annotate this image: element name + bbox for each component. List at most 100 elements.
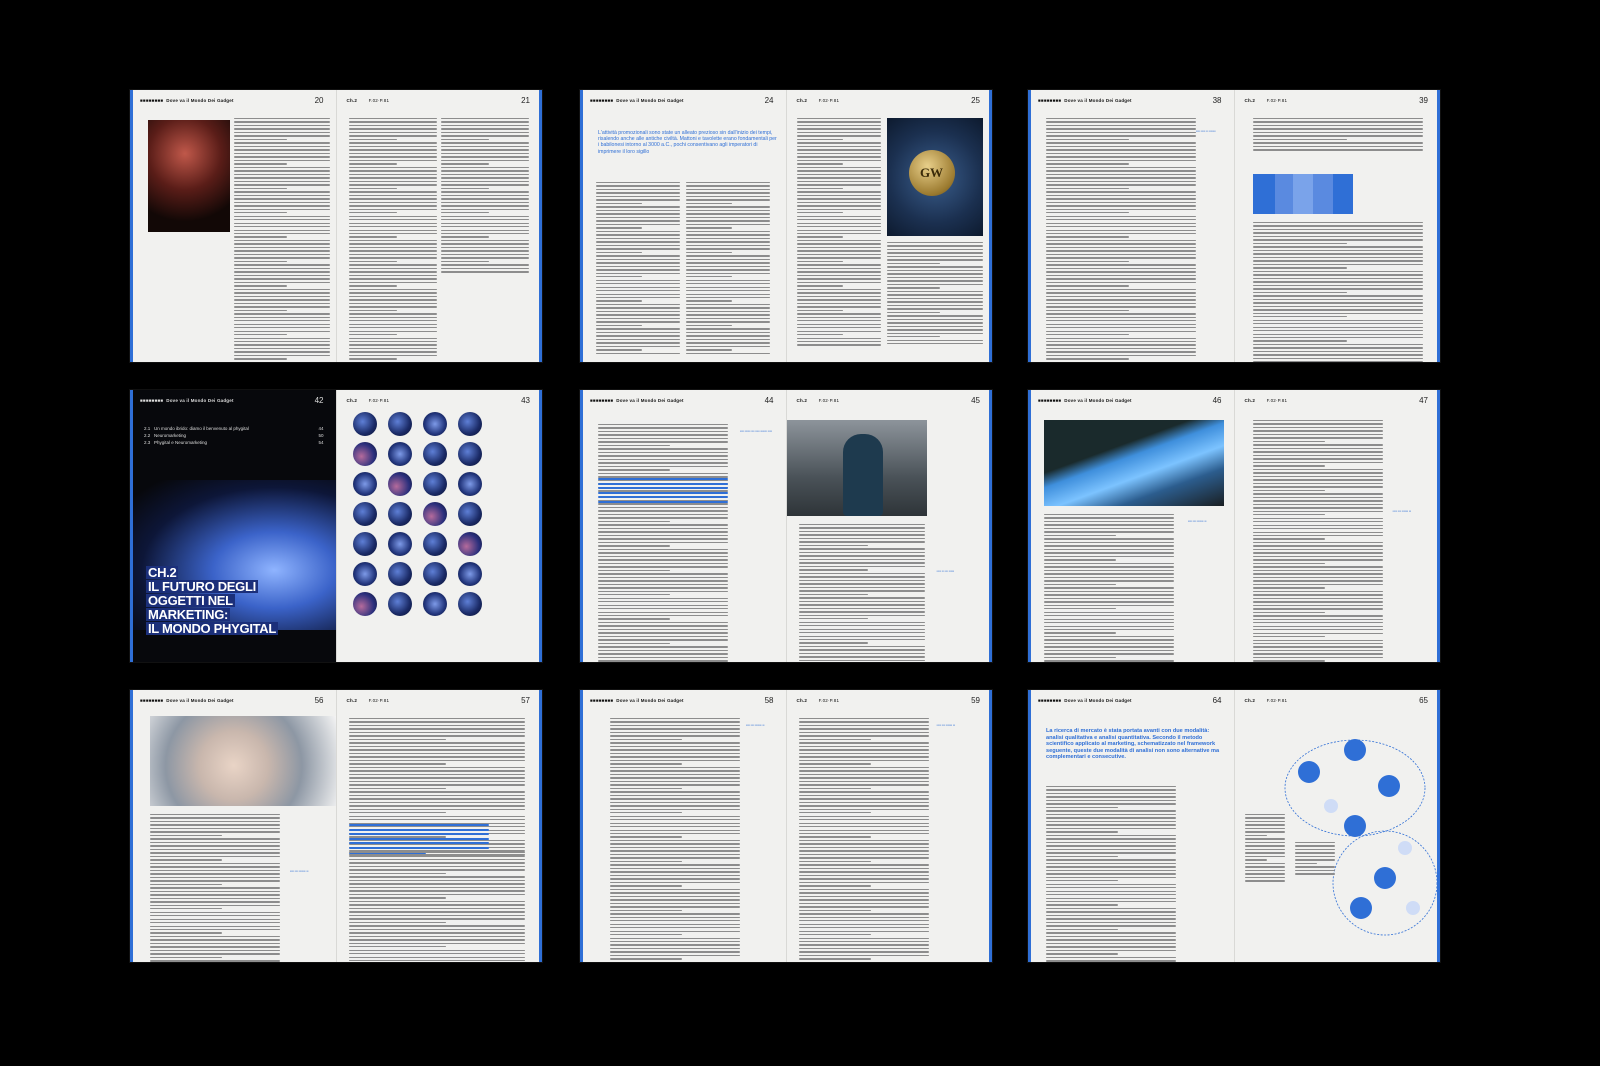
left-page: ■■■■■■■■ Dove va il Mondo Dei Gadget 38 ▪…	[1028, 90, 1235, 362]
circle-image	[387, 412, 412, 436]
circle-image	[387, 442, 412, 466]
right-page: Ch.2 F.02·P.81 39	[1234, 90, 1440, 362]
circle-image	[352, 592, 377, 616]
page-number: 42	[314, 396, 324, 405]
circle-image	[422, 502, 447, 526]
page-number: 57	[521, 696, 530, 705]
cover-edge	[580, 390, 583, 662]
side-note: ▪▪▪▪ ▪▪▪ ▪▪▪▪▪▪ ▪▪	[936, 723, 955, 727]
running-head: ■■■■■■■■ Dove va il Mondo Dei Gadget	[140, 398, 234, 403]
text-block	[440, 118, 529, 275]
toc-item[interactable]: 2.2 Neuromarketing 50	[144, 433, 324, 438]
text-block	[1252, 118, 1423, 153]
table-of-contents: 2.1 Un mondo ibrido: diamo il benvenuto …	[144, 426, 324, 447]
text-block	[610, 718, 740, 962]
circle-image	[457, 562, 482, 586]
text-block	[798, 524, 925, 662]
pull-quote: L'attività promozionali sono state un al…	[598, 130, 777, 155]
right-page: Ch.2 F.02·P.81 59 ▪▪▪▪ ▪▪▪ ▪▪▪▪▪▪ ▪▪	[786, 690, 992, 962]
cover-edge	[130, 90, 133, 362]
page-number: 47	[1419, 396, 1428, 405]
running-head: Ch.2 F.02·P.81	[346, 398, 390, 403]
portrait-photo	[148, 120, 230, 232]
page-number: 43	[521, 396, 530, 405]
toc-item[interactable]: 2.1 Un mondo ibrido: diamo il benvenuto …	[144, 426, 324, 431]
cover-edge	[1437, 90, 1440, 362]
running-head: Ch.2 F.02·P.81	[796, 398, 840, 403]
cover-edge	[580, 90, 583, 362]
cover-edge	[989, 90, 992, 362]
circle-image	[387, 472, 412, 496]
page-number: 46	[1212, 396, 1222, 405]
text-block	[798, 718, 929, 962]
page-number: 59	[971, 696, 980, 705]
cover-edge	[130, 690, 133, 962]
page-number: 64	[1212, 696, 1222, 705]
circle-image	[387, 502, 412, 526]
circle-image	[352, 442, 377, 466]
canvas: { "book_title": "Dove va il Mondo Dei Ga…	[0, 0, 1600, 1066]
text-block	[886, 242, 983, 347]
running-head: ■■■■■■■■ Dove va il Mondo Dei Gadget	[1038, 398, 1132, 403]
book-spread: ■■■■■■■■ Dove va il Mondo Dei Gadget 64 L…	[1028, 690, 1440, 962]
text-block	[1244, 814, 1285, 884]
gold-seal: GW	[908, 150, 955, 196]
circle-image	[387, 592, 412, 616]
running-head: Ch.2 F.02·P.81	[1244, 98, 1288, 103]
cover-edge	[989, 390, 992, 662]
circle-image	[422, 562, 447, 586]
running-head: ■■■■■■■■ Dove va il Mondo Dei Gadget	[140, 98, 234, 103]
circle-image	[457, 472, 482, 496]
circle-image	[457, 502, 482, 526]
page-number: 20	[314, 96, 324, 105]
page-number: 21	[521, 96, 530, 105]
page-number: 65	[1419, 696, 1428, 705]
side-note: ▪▪▪▪ ▪▪ ▪▪▪ ▪▪▪▪▪	[936, 569, 954, 573]
person-silhouette	[842, 434, 883, 516]
right-page: Ch.2 F.02·P.81 43	[336, 390, 542, 662]
circle-image	[422, 442, 447, 466]
cover-edge	[1437, 390, 1440, 662]
circle-image	[422, 412, 447, 436]
page-number: 56	[314, 696, 324, 705]
text-block	[1294, 842, 1335, 877]
book-spread: ■■■■■■■■ Dove va il Mondo Dei Gadget 44 ▪…	[580, 390, 992, 662]
circle-image	[352, 532, 377, 556]
circle-image	[352, 472, 377, 496]
book-spread: ■■■■■■■■ Dove va il Mondo Dei Gadget 20 C…	[130, 90, 542, 362]
text-block	[796, 118, 881, 348]
circle-image	[457, 412, 482, 436]
page-number: 58	[764, 696, 774, 705]
glowing-pool-photo	[1044, 420, 1224, 506]
text-block	[1044, 514, 1174, 662]
circle-image	[352, 502, 377, 526]
left-page: ■■■■■■■■ Dove va il Mondo Dei Gadget 56 ▪…	[130, 690, 337, 962]
text-block	[686, 182, 770, 356]
running-head: Ch.2 F.02·P.81	[1244, 398, 1288, 403]
page-number: 25	[971, 96, 980, 105]
toc-item[interactable]: 2.3 Phygital e Neuromarketing 54	[144, 440, 324, 445]
running-head: Ch.2 F.02·P.81	[346, 698, 390, 703]
bar-chart	[1252, 174, 1353, 214]
book-spread: ■■■■■■■■ Dove va il Mondo Dei Gadget 38 ▪…	[1028, 90, 1440, 362]
circle-image	[387, 532, 412, 556]
chapter-title: CH.2 IL FUTURO DEGLI OGGETTI NEL MARKETING:…	[146, 565, 279, 636]
page-number: 24	[764, 96, 774, 105]
circle-image	[457, 442, 482, 466]
right-page: Ch.2 F.02·P.81 25 GW	[786, 90, 992, 362]
right-page: Ch.2 F.02·P.81 47 ▪▪▪▪ ▪▪▪ ▪▪▪▪▪▪ ▪▪	[1234, 390, 1440, 662]
cover-edge	[1028, 690, 1031, 962]
running-head: ■■■■■■■■ Dove va il Mondo Dei Gadget	[1038, 698, 1132, 703]
circle-image	[422, 472, 447, 496]
left-page: ■■■■■■■■ Dove va il Mondo Dei Gadget 44 ▪…	[580, 390, 787, 662]
circle-image	[352, 412, 377, 436]
running-head: Ch.2 F.02·P.81	[796, 698, 840, 703]
side-note: ▪▪▪▪ ▪▪▪ ▪▪▪▪▪▪ ▪▪	[746, 723, 765, 727]
cover-edge	[130, 390, 133, 662]
right-page: Ch.2 F.02·P.81 21	[336, 90, 542, 362]
left-page: ■■■■■■■■ Dove va il Mondo Dei Gadget 58 ▪…	[580, 690, 787, 962]
side-note: ▪▪▪▪ ▪▪▪ ▪▪▪▪▪▪ ▪▪	[1188, 519, 1207, 523]
text-block	[1252, 420, 1383, 662]
running-head: Ch.2 F.02·P.81	[796, 98, 840, 103]
text-block	[234, 118, 330, 362]
